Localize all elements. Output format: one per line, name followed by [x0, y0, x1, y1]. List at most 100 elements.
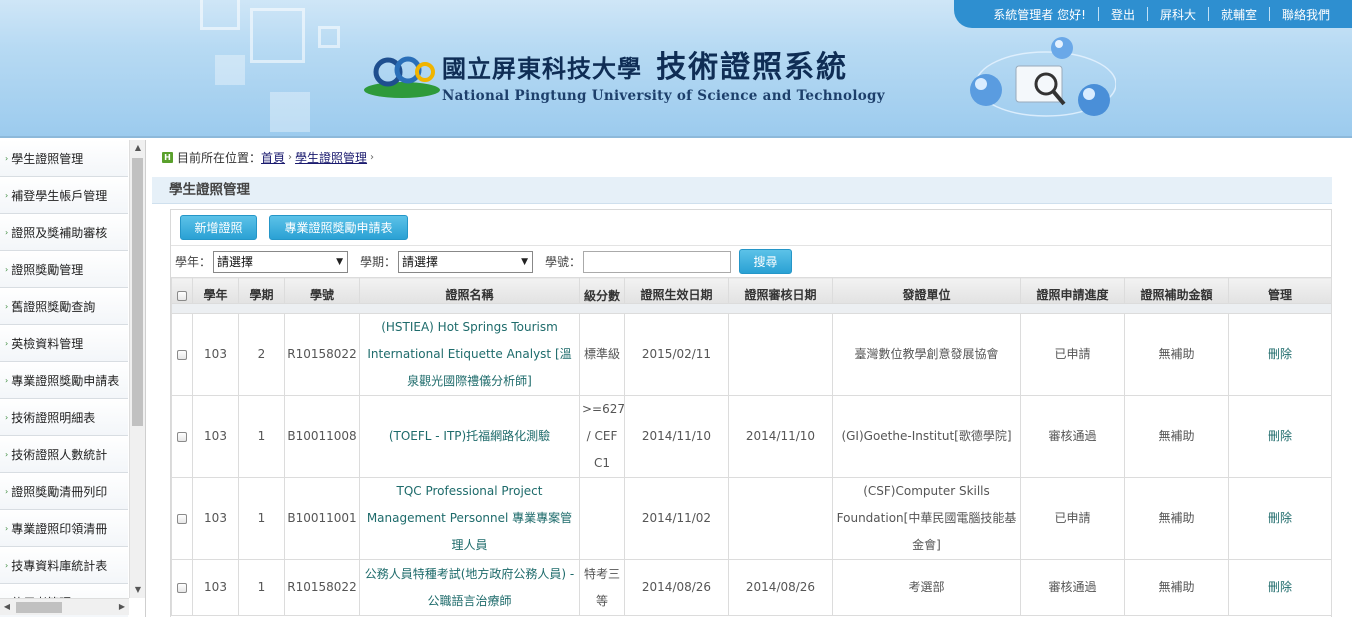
sidebar-item-label: 技術證照明細表 — [11, 410, 96, 425]
scroll-down-icon[interactable]: ▼ — [130, 582, 145, 598]
row-checkbox-cell[interactable] — [171, 313, 193, 396]
sidebar-item-label: 專業證照印領清冊 — [11, 521, 108, 536]
logout-link[interactable]: 登出 — [1099, 6, 1147, 23]
decorative-square — [200, 0, 240, 30]
cell-subsidy: 無補助 — [1124, 559, 1229, 616]
breadcrumb-prefix: 目前所在位置： — [177, 151, 262, 165]
home-marker-icon: H — [162, 152, 173, 163]
row-checkbox[interactable] — [177, 431, 187, 442]
cell-term: 1 — [238, 559, 285, 616]
breadcrumb-current-link[interactable]: 學生證照管理 — [295, 149, 367, 166]
cell-student-id: R10158022 — [284, 313, 360, 396]
sidebar-item-label: 英檢資料管理 — [11, 336, 84, 351]
sidebar-item-label: 技專資料庫統計表 — [11, 558, 108, 573]
chevron-right-icon: › — [5, 375, 9, 385]
chevron-right-icon: › — [5, 449, 9, 459]
cell-student-id: R10158022 — [284, 559, 360, 616]
select-all-checkbox[interactable] — [177, 290, 187, 301]
year-select[interactable]: 請選擇 ▼ — [213, 250, 349, 273]
table-row: 103 1 B10011008 (TOEFL - ITP)托福網路化測驗 >=6… — [171, 395, 1332, 478]
row-checkbox-cell[interactable] — [171, 559, 193, 616]
sidebar-item-student-certificates[interactable]: › 學生證照管理 — [0, 140, 128, 177]
top-links-bar: 系統管理者 您好! 登出 屏科大 就輔室 聯絡我們 — [954, 0, 1352, 28]
chevron-down-icon: ▼ — [521, 256, 529, 267]
cell-level: 標準級 — [579, 313, 625, 396]
sidebar-item-label: 技術證照人數統計 — [11, 447, 108, 462]
cell-student-id: B10011008 — [284, 395, 360, 478]
row-checkbox-cell[interactable] — [171, 477, 193, 560]
cell-term: 1 — [238, 395, 285, 478]
search-button[interactable]: 搜尋 — [739, 249, 793, 274]
cell-subsidy: 無補助 — [1124, 313, 1229, 396]
row-checkbox-cell[interactable] — [171, 395, 193, 478]
cell-issuer: 臺灣數位教學創意發展協會 — [832, 313, 1021, 396]
row-checkbox[interactable] — [177, 582, 187, 593]
sidebar-horizontal-scrollbar[interactable]: ◀ ▶ — [0, 598, 129, 615]
sidebar-item-database-stats[interactable]: › 技專資料庫統計表 — [0, 547, 128, 584]
delete-link[interactable]: 刪除 — [1228, 313, 1332, 396]
sidebar-item-award-roster-print[interactable]: › 證照獎勵清冊列印 — [0, 473, 128, 510]
delete-link[interactable]: 刪除 — [1228, 395, 1332, 478]
cell-term: 2 — [238, 313, 285, 396]
award-application-form-button[interactable]: 專業證照獎勵申請表 — [269, 215, 408, 240]
cell-effective-date: 2014/11/02 — [624, 477, 729, 560]
sidebar-item-old-award-query[interactable]: › 舊證照獎勵查詢 — [0, 288, 128, 325]
cell-student-id: B10011001 — [284, 477, 360, 560]
row-checkbox[interactable] — [177, 349, 187, 360]
scrollbar-thumb[interactable] — [16, 602, 62, 613]
sidebar-item-subsidy-review[interactable]: › 證照及獎補助審核 — [0, 214, 128, 251]
greeting-text: 系統管理者 您好! — [993, 7, 1086, 22]
certificate-table: 學年 學期 學號 證照名稱 級分數 證照生效日期 證照審核日期 發證單位 證照申… — [171, 277, 1332, 616]
table-row: 103 1 B10011001 TQC Professional Project… — [171, 477, 1332, 560]
delete-link[interactable]: 刪除 — [1228, 559, 1332, 616]
chevron-right-icon: › — [5, 153, 9, 163]
scroll-up-icon[interactable]: ▲ — [130, 140, 145, 156]
add-certificate-button[interactable]: 新增證照 — [180, 215, 257, 240]
sidebar-item-headcount-stats[interactable]: › 技術證照人數統計 — [0, 436, 128, 473]
npust-link[interactable]: 屏科大 — [1148, 6, 1208, 23]
sidebar-item-award-application[interactable]: › 專業證照獎勵申請表 — [0, 362, 128, 399]
select-all-checkbox-cell[interactable] — [171, 277, 193, 304]
sidebar-item-certificate-details[interactable]: › 技術證照明細表 — [0, 399, 128, 436]
sidebar-item-student-accounts[interactable]: › 補登學生帳戶管理 — [0, 177, 128, 214]
cell-review-date: 2014/08/26 — [728, 559, 833, 616]
row-checkbox[interactable] — [177, 513, 187, 524]
table-row: 103 1 R10158022 公務人員特種考試(地方政府公務人員) - 公職語… — [171, 559, 1332, 616]
cell-issuer: 考選部 — [832, 559, 1021, 616]
cell-review-date — [728, 477, 833, 560]
system-title: 國立屏東科技大學 技術證照系統 — [442, 42, 885, 86]
delete-link[interactable]: 刪除 — [1228, 477, 1332, 560]
student-id-input[interactable] — [583, 250, 732, 273]
contact-link[interactable]: 聯絡我們 — [1270, 6, 1342, 23]
column-header-status: 證照申請進度 — [1020, 277, 1125, 304]
column-header-student-id: 學號 — [284, 277, 360, 304]
decorative-square — [270, 92, 310, 132]
breadcrumb-home-link[interactable]: 首頁 — [261, 149, 285, 166]
term-select-value: 請選擇 — [402, 254, 439, 269]
column-header-subsidy: 證照補助金額 — [1124, 277, 1229, 304]
cell-certificate-name: (HSTIEA) Hot Springs Tourism Internation… — [359, 313, 580, 396]
sidebar-menu: › 學生證照管理 › 補登學生帳戶管理 › 證照及獎補助審核 › 證照獎勵管理 › 舊證照… — [0, 140, 146, 617]
year-select-value: 請選擇 — [217, 254, 254, 269]
cell-effective-date: 2014/11/10 — [624, 395, 729, 478]
career-office-link[interactable]: 就輔室 — [1209, 6, 1269, 23]
sidebar-item-english-test-data[interactable]: › 英檢資料管理 — [0, 325, 128, 362]
scroll-right-icon[interactable]: ▶ — [115, 599, 129, 615]
column-header-term: 學期 — [238, 277, 285, 304]
decorative-square — [318, 26, 340, 48]
sidebar-item-receipt-roster[interactable]: › 專業證照印領清冊 — [0, 510, 128, 547]
system-name: 技術證照系統 — [656, 50, 849, 85]
column-header-issuer: 發證單位 — [832, 277, 1021, 304]
page-title: 學生證照管理 — [152, 177, 1332, 204]
certificate-panel: 新增證照 專業證照獎勵申請表 學年： 請選擇 ▼ 學期： 請選擇 ▼ 學號： 搜… — [170, 209, 1332, 617]
site-logo[interactable]: 國立屏東科技大學 技術證照系統 National Pingtung Univer… — [362, 42, 885, 104]
column-header-level: 級分數 — [579, 277, 625, 304]
term-select[interactable]: 請選擇 ▼ — [398, 250, 534, 273]
scrollbar-thumb[interactable] — [132, 158, 143, 426]
scroll-left-icon[interactable]: ◀ — [0, 599, 14, 615]
sidebar-vertical-scrollbar[interactable]: ▲ ▼ — [129, 140, 145, 598]
sidebar-item-award-management[interactable]: › 證照獎勵管理 — [0, 251, 128, 288]
cell-issuer: (GI)Goethe-Institut[歌德學院] — [832, 395, 1021, 478]
breadcrumb-separator-icon: › — [288, 152, 293, 163]
sidebar-item-label: 證照獎勵管理 — [11, 262, 84, 277]
